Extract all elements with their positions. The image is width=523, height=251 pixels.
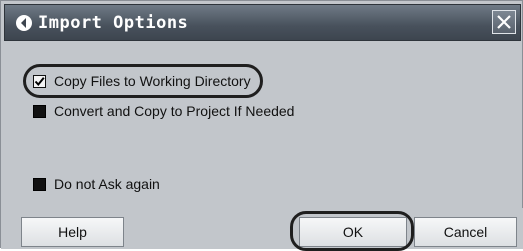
cancel-button[interactable]: Cancel [414,217,517,247]
copy-files-label: Copy Files to Working Directory [54,73,251,89]
help-button[interactable]: Help [21,217,124,247]
arrow-circle-icon [15,14,33,32]
close-icon [497,15,511,29]
option-convert-copy[interactable]: Convert and Copy to Project If Needed [33,101,294,121]
title-bar: Import Options [4,4,521,41]
convert-copy-label: Convert and Copy to Project If Needed [54,103,295,119]
copy-files-checkbox[interactable] [33,74,46,88]
option-do-not-ask[interactable]: Do not Ask again [33,174,160,194]
option-copy-files[interactable]: Copy Files to Working Directory [33,71,251,91]
ok-button[interactable]: OK [299,217,407,247]
check-icon [34,76,45,86]
convert-copy-checkbox[interactable] [33,104,46,118]
do-not-ask-checkbox[interactable] [33,177,46,191]
do-not-ask-label: Do not Ask again [54,176,160,192]
close-button[interactable] [492,10,516,34]
dialog-title: Import Options [38,13,189,33]
import-options-dialog: Import Options Copy Files to Working Dir… [0,0,523,251]
